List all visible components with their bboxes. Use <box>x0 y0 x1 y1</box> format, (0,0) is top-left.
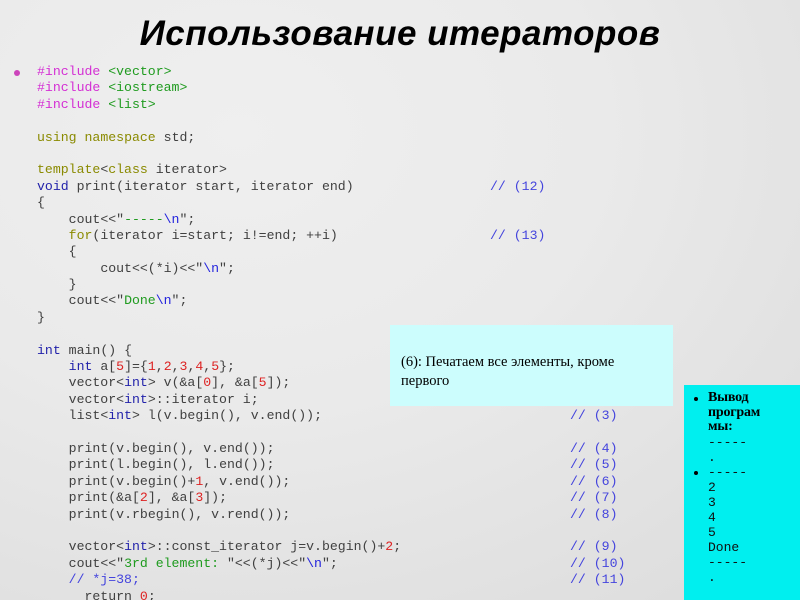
code-line: list<int> l(v.begin(), v.end());// (3) <box>68 408 618 424</box>
code-comment: // (8) <box>570 506 618 522</box>
output-line: 3 <box>708 494 716 510</box>
code-line: print(v.rbegin(), v.rend());// (8) <box>68 506 618 522</box>
code-line: } <box>37 277 77 293</box>
code-comment: // (3) <box>570 408 618 424</box>
code-comment: // (13) <box>490 227 546 243</box>
code-line: print(v.begin()+1, v.end());// (6) <box>68 473 618 489</box>
code-comment: // (7) <box>570 490 618 506</box>
code-line: cout<<"Done\n"; <box>68 293 188 309</box>
output-panel-heading: Вывод програм мы: <box>688 390 796 435</box>
code-comment: // (11) <box>570 572 626 588</box>
code-line: cout<<(*i)<<"\n"; <box>100 260 235 276</box>
code-line: print(l.begin(), l.end());// (5) <box>68 457 618 473</box>
callout-text: (6): Печатаем все элементы, кроме первог… <box>401 354 615 389</box>
code-line: { <box>37 195 45 211</box>
output-line: ----- <box>708 554 748 570</box>
code-line: } <box>37 309 45 325</box>
code-comment: // (5) <box>570 457 618 473</box>
code-line: void print(iterator start, iterator end)… <box>37 178 546 194</box>
code-line: #include <iostream> <box>37 80 188 96</box>
output-line: ----- <box>688 465 796 480</box>
code-line: cout<<"3rd element: "<<(*j)<<"\n";// (10… <box>68 555 626 571</box>
code-line: #include <vector> <box>37 64 172 79</box>
code-comment: // (10) <box>570 555 626 571</box>
output-line: . <box>708 569 716 585</box>
code-comment: // (9) <box>570 539 618 555</box>
bullet-dot-icon <box>14 70 20 76</box>
callout-box: (6): Печатаем все элементы, кроме первог… <box>390 325 673 406</box>
code-comment: // (4) <box>570 440 618 456</box>
code-line: #include <list> <box>37 96 156 112</box>
program-output-panel: Вывод програм мы: -----. ----- 2 3 4 5 Done -----. <box>684 385 800 600</box>
code-line: // *j=38;// (11) <box>68 572 626 588</box>
page-title: Использование итераторов <box>139 14 661 53</box>
code-comment: // (12) <box>490 178 546 194</box>
output-line: . <box>708 449 716 465</box>
code-line: { <box>37 244 77 260</box>
output-line: 2 <box>708 479 716 495</box>
output-line: ----- <box>708 434 748 450</box>
code-line: print(&a[2], &a[3]);// (7) <box>68 490 618 506</box>
code-line: return 0; <box>84 588 156 600</box>
output-line: 4 <box>708 509 716 525</box>
code-line: cout<<"-----\n"; <box>68 211 196 227</box>
slide-canvas: Использование итераторов #include <vecto… <box>0 0 800 600</box>
code-line: using namespace std; <box>37 129 196 145</box>
code-line: vector<int>::const_iterator j=v.begin()+… <box>68 539 618 555</box>
code-comment: // (6) <box>570 473 618 489</box>
code-line: for(iterator i=start; i!=end; ++i)// (13… <box>68 227 546 243</box>
output-line: 5 <box>708 524 716 540</box>
code-line: print(v.begin(), v.end());// (4) <box>68 440 618 456</box>
code-line: template<class iterator> <box>37 162 227 178</box>
output-line: Done <box>708 539 740 555</box>
